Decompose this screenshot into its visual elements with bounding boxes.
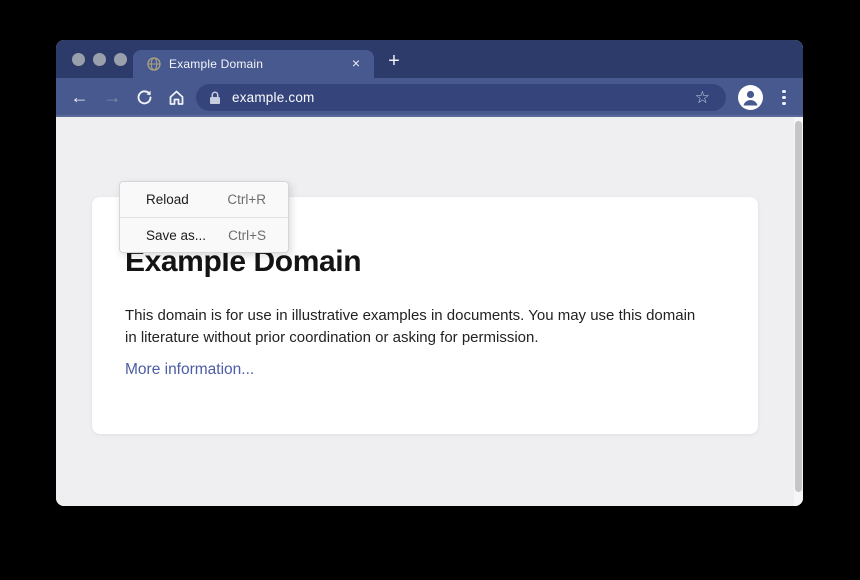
tab-strip: Example Domain × + (56, 40, 803, 78)
address-bar[interactable]: example.com ☆ (196, 84, 726, 111)
browser-toolbar: ← → example.com ☆ (56, 78, 803, 117)
window-controls (72, 53, 127, 66)
scrollbar-thumb[interactable] (795, 121, 802, 492)
menu-item-shortcut: Ctrl+R (227, 192, 266, 207)
address-url-text[interactable]: example.com (232, 90, 695, 105)
profile-avatar[interactable] (738, 85, 763, 110)
tab-close-icon[interactable]: × (348, 56, 364, 72)
more-information-link[interactable]: More information... (125, 361, 254, 379)
browser-tab[interactable]: Example Domain × (133, 50, 374, 78)
browser-window: Example Domain × + ← → (56, 40, 803, 506)
person-icon (738, 85, 763, 110)
screenshot-stage: Example Domain × + ← → (0, 0, 860, 580)
home-icon[interactable] (166, 87, 187, 108)
new-tab-button[interactable]: + (382, 50, 406, 74)
reload-icon[interactable] (134, 87, 155, 108)
overflow-dot (782, 102, 786, 106)
bookmark-star-icon[interactable]: ☆ (695, 89, 710, 106)
overflow-dot (782, 96, 786, 100)
forward-icon[interactable]: → (102, 87, 123, 108)
favicon-globe-icon (147, 57, 161, 71)
page-paragraph: This domain is for use in illustrative e… (125, 305, 710, 349)
page-viewport: Example Domain This domain is for use in… (56, 117, 803, 506)
overflow-menu-icon[interactable] (778, 87, 790, 108)
context-menu-item-save-as[interactable]: Save as... Ctrl+S (120, 217, 288, 252)
menu-item-shortcut: Ctrl+S (228, 228, 266, 243)
tab-title: Example Domain (169, 57, 348, 71)
back-icon[interactable]: ← (69, 87, 90, 108)
overflow-dot (782, 90, 786, 94)
menu-item-label: Save as... (146, 228, 206, 243)
menu-item-label: Reload (146, 192, 189, 207)
window-minimize-button[interactable] (93, 53, 106, 66)
window-close-button[interactable] (72, 53, 85, 66)
scrollbar-track[interactable] (794, 117, 803, 506)
context-menu-item-reload[interactable]: Reload Ctrl+R (120, 182, 288, 217)
lock-icon (209, 91, 221, 105)
context-menu: Reload Ctrl+R Save as... Ctrl+S (119, 181, 289, 253)
window-zoom-button[interactable] (114, 53, 127, 66)
